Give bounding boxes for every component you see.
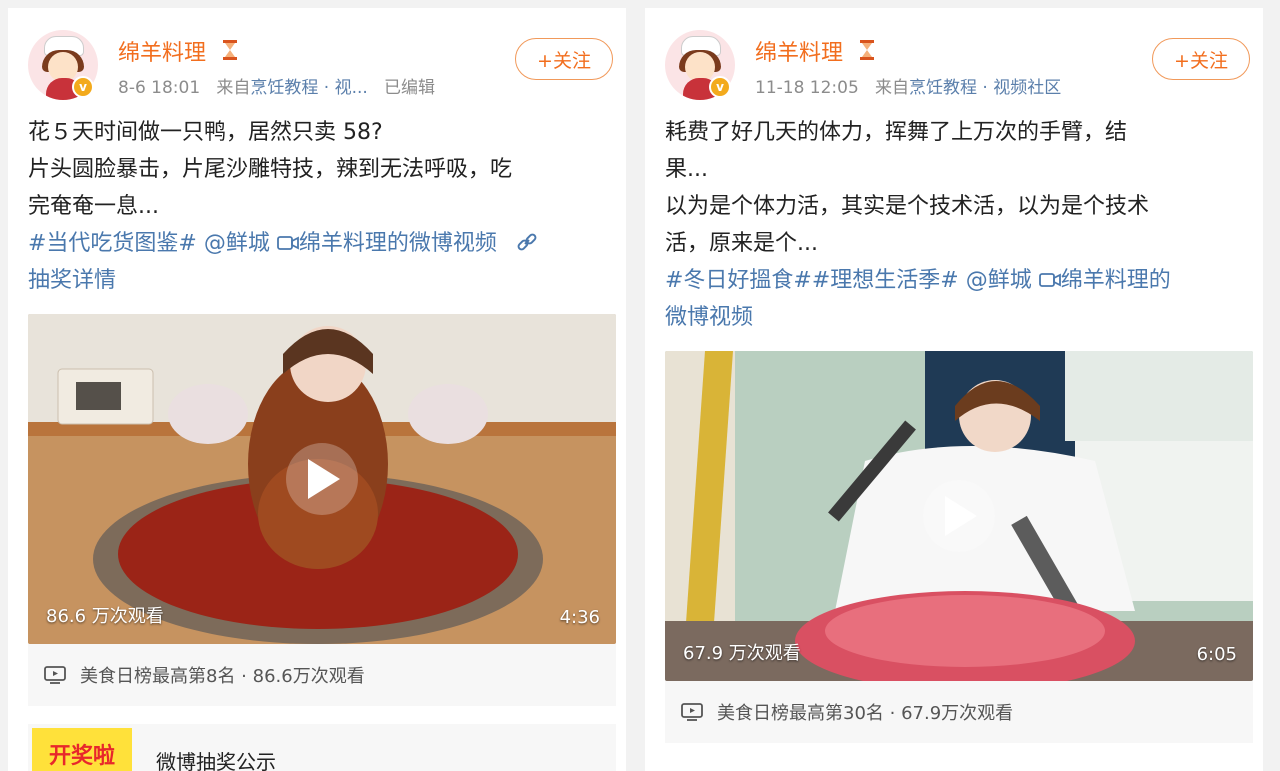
- tv-icon: [44, 666, 66, 684]
- edited-label[interactable]: 已编辑: [384, 78, 435, 98]
- play-button[interactable]: [286, 443, 358, 515]
- link-icon[interactable]: [516, 231, 538, 253]
- mention-link[interactable]: @鲜城: [966, 268, 1032, 293]
- lottery-details-line: 抽奖详情: [28, 262, 116, 299]
- meta-from: 来自: [216, 78, 251, 98]
- username[interactable]: 绵羊料理: [755, 35, 843, 67]
- post-tags-line: #冬日好搵食##理想生活季# @鲜城 绵羊料理的: [665, 262, 1171, 299]
- post-meta: 8-6 18:01 来自烹饪教程 · 视... 已编辑: [118, 73, 435, 98]
- post-text-line-1: 花５天时间做一只鸭，居然只卖 58?: [28, 120, 383, 145]
- post-time: 11-18 12:05: [755, 78, 859, 98]
- video-camera-icon: [276, 236, 299, 250]
- video-view-count: 86.6 万次观看: [46, 606, 164, 627]
- tv-icon: [681, 703, 703, 721]
- video-link[interactable]: 微博视频: [665, 305, 753, 330]
- hourglass-icon: [860, 40, 874, 60]
- video-player[interactable]: 67.9 万次观看 6:05: [665, 351, 1253, 681]
- ranking-bar[interactable]: 美食日榜最高第30名 · 67.9万次观看: [665, 681, 1253, 743]
- topic-tag[interactable]: #当代吃货图鉴#: [28, 231, 197, 256]
- meta-from: 来自: [875, 78, 910, 98]
- ranking-text: 美食日榜最高第30名 · 67.9万次观看: [717, 703, 1014, 724]
- video-duration: 6:05: [1196, 644, 1237, 665]
- topic-tag[interactable]: #冬日好搵食#: [665, 268, 812, 293]
- follow-button[interactable]: +关注: [515, 38, 613, 80]
- video-link[interactable]: 绵羊料理的微博视频: [299, 231, 497, 256]
- play-icon: [945, 496, 977, 536]
- video-camera-icon: [1038, 273, 1061, 287]
- follow-button[interactable]: +关注: [1152, 38, 1250, 80]
- verified-badge-icon: v: [72, 76, 94, 98]
- lottery-badge: 开奖啦: [32, 728, 132, 771]
- mention-link[interactable]: @鲜城: [204, 231, 270, 256]
- post-text-line-2: 果...: [665, 157, 708, 182]
- lottery-details-link[interactable]: 抽奖详情: [28, 268, 116, 293]
- post-text-line-2: 片头圆脸暴击，片尾沙雕特技，辣到无法呼吸，吃: [28, 157, 513, 182]
- play-button[interactable]: [923, 480, 995, 552]
- video-player[interactable]: 86.6 万次观看 4:36: [28, 314, 616, 644]
- lottery-title: 微博抽奖公示: [156, 750, 276, 771]
- username[interactable]: 绵羊料理: [118, 35, 206, 67]
- post-tags-line-2: 微博视频: [665, 299, 753, 336]
- weibo-post-right: v 绵羊料理 11-18 12:05 来自烹饪教程 · 视频社区 +关注 耗费了…: [645, 8, 1263, 771]
- weibo-post-left: v 绵羊料理 8-6 18:01 来自烹饪教程 · 视... 已编辑 +关注 花…: [8, 8, 626, 771]
- post-text-line-3: 完奄奄一息...: [28, 194, 159, 219]
- post-source[interactable]: 烹饪教程 · 视...: [250, 78, 367, 98]
- play-icon: [308, 459, 340, 499]
- video-view-count: 67.9 万次观看: [683, 643, 801, 664]
- post-source[interactable]: 烹饪教程 · 视频社区: [909, 78, 1061, 98]
- post-time: 8-6 18:01: [118, 78, 201, 98]
- ranking-bar[interactable]: 美食日榜最高第8名 · 86.6万次观看: [28, 644, 616, 706]
- post-text-line-3: 以为是个体力活，其实是个技术活，以为是个技术: [665, 194, 1150, 219]
- topic-tag[interactable]: #理想生活季#: [812, 268, 959, 293]
- post-text-line-4: 活，原来是个...: [665, 231, 818, 256]
- post-tags-line: #当代吃货图鉴# @鲜城 绵羊料理的微博视频: [28, 225, 538, 262]
- hourglass-icon: [223, 40, 237, 60]
- lottery-card[interactable]: 开奖啦 微博抽奖公示: [28, 724, 616, 771]
- video-link[interactable]: 绵羊料理的: [1061, 268, 1171, 293]
- ranking-text: 美食日榜最高第8名 · 86.6万次观看: [80, 666, 365, 687]
- post-meta: 11-18 12:05 来自烹饪教程 · 视频社区: [755, 73, 1061, 98]
- post-text-line-1: 耗费了好几天的体力，挥舞了上万次的手臂，结: [665, 120, 1128, 145]
- verified-badge-icon: v: [709, 76, 731, 98]
- video-duration: 4:36: [559, 607, 600, 628]
